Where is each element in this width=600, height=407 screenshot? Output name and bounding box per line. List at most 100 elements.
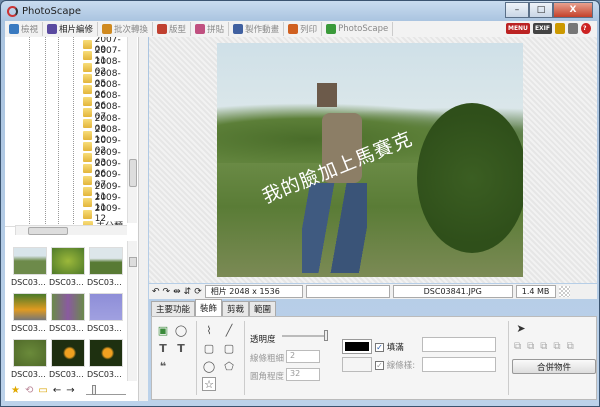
file-size: 1.4 MB <box>515 285 556 298</box>
thumb-actions: ★ ⟲ ▭ ← → <box>11 384 126 396</box>
opacity-label: 透明度 <box>250 335 276 345</box>
quote-icon[interactable]: ❝ <box>156 359 170 373</box>
refresh-icon[interactable]: ⟳ <box>194 287 202 297</box>
toolbar-item-7[interactable]: PhotoScape <box>322 22 394 36</box>
folder-icon <box>83 40 92 50</box>
image-size: 相片 2048 x 1536 <box>204 285 303 298</box>
maximize-button[interactable]: □ <box>529 2 553 18</box>
corner-label: 圓角程度 <box>250 372 285 382</box>
flip-vertical-icon[interactable]: ⇵ <box>184 287 192 297</box>
help-icon[interactable]: ? <box>581 23 591 34</box>
line-width-input[interactable]: 2 <box>286 350 320 363</box>
star-icon[interactable]: ★ <box>11 385 20 396</box>
tree-vscrollbar[interactable] <box>127 37 137 223</box>
freehand-icon[interactable]: ⌇ <box>202 323 216 337</box>
tab-decoration[interactable]: 裝飾 <box>195 299 223 316</box>
main-toolbar: 檢視 相片編修 批次轉換 版型 拼貼 製作動畫 列印 PhotoScape MENU EXIF? <box>5 21 597 37</box>
pentagon-icon[interactable]: ⬠ <box>222 359 236 373</box>
thumbnail-image <box>89 293 123 321</box>
fill-style-dropdown[interactable] <box>422 337 496 352</box>
thumbnail-label: DSC03... <box>87 278 122 287</box>
layer-icon-1[interactable]: ⧉ <box>514 341 521 352</box>
corner-input[interactable]: 32 <box>286 368 320 381</box>
decoration-panel: ▣ ◯ T T ❝ ⌇ ╱ ▢ ▢ ◯ ⬠ ☆ 透明度 線條粗細 2 圓角程度 … <box>151 316 597 400</box>
app-logo-icon <box>7 5 18 17</box>
thumb-size-slider[interactable] <box>85 384 126 395</box>
thumb-vscrollbar[interactable] <box>127 241 137 381</box>
toolbar-item-4[interactable]: 拼貼 <box>191 22 230 36</box>
rectangle-icon[interactable]: ▢ <box>202 341 216 355</box>
toolbar-label: 製作動畫 <box>245 25 280 35</box>
text-shadow-icon[interactable]: T <box>174 341 188 355</box>
folder-icon <box>83 209 92 219</box>
image-viewer: 我的臉加上馬賽克 <box>149 37 597 283</box>
layer-icon-5[interactable]: ⧉ <box>567 341 574 352</box>
folder-icon <box>83 119 92 129</box>
fill-label: 填滿 <box>386 343 404 353</box>
object-order-icons: ⧉ ⧉ ⧉ ⧉ ⧉ <box>514 341 574 352</box>
layer-icon-2[interactable]: ⧉ <box>527 341 534 352</box>
splitter[interactable] <box>138 37 148 401</box>
line-icon[interactable]: ╱ <box>222 323 236 337</box>
thumbnail-label: DSC03... <box>49 278 84 287</box>
thumbnail-image <box>51 339 85 367</box>
back-icon[interactable]: ← <box>53 385 61 396</box>
ellipse-icon[interactable]: ◯ <box>202 359 216 373</box>
line-style-checkbox[interactable]: ✓ 線條樣: <box>375 359 415 371</box>
toolbar-item-6[interactable]: 列印 <box>284 22 323 36</box>
line-color-picker[interactable] <box>342 357 372 372</box>
folder-icon[interactable]: ▭ <box>38 385 47 396</box>
toolbar-item-3[interactable]: 版型 <box>153 22 192 36</box>
thumbnail-image <box>89 339 123 367</box>
star-shape-icon[interactable]: ☆ <box>202 377 216 391</box>
folder-icon <box>83 130 92 140</box>
thumbnail-grid: DSC03... DSC03... DSC03... DSC03... DSC03...… <box>5 241 127 383</box>
settings-icon[interactable] <box>555 23 565 34</box>
toolbar-label: 版型 <box>169 25 187 35</box>
copy-icon[interactable] <box>568 23 578 34</box>
tab-range[interactable]: 範圍 <box>249 301 277 316</box>
tree-hscrollbar[interactable] <box>15 225 127 235</box>
select-pointer-icon[interactable]: ➤ <box>514 321 528 335</box>
rotate-right-icon[interactable]: ↷ <box>163 287 171 297</box>
thumb-scroll-thumb[interactable] <box>129 257 137 267</box>
tab-crop[interactable]: 剪裁 <box>222 301 250 316</box>
fill-color-picker[interactable] <box>342 339 372 354</box>
rotate-icon[interactable]: ⟲ <box>25 385 33 396</box>
menu-button[interactable]: MENU <box>505 23 530 34</box>
rounded-rect-icon[interactable]: ▢ <box>222 341 236 355</box>
flip-horizontal-icon[interactable]: ⇹ <box>173 287 181 297</box>
tree-scroll-thumb[interactable] <box>129 159 137 187</box>
folder-icon <box>83 141 92 151</box>
exif-button[interactable]: EXIF <box>532 23 552 34</box>
text-icon[interactable]: T <box>156 341 170 355</box>
fill-checkbox[interactable]: ✓ 填滿 <box>375 341 404 353</box>
tree-hscroll-thumb[interactable] <box>28 227 68 235</box>
layer-icon-3[interactable]: ⧉ <box>540 341 547 352</box>
toolbar-item-0[interactable]: 檢視 <box>5 22 44 36</box>
speech-bubble-icon[interactable]: ◯ <box>174 323 188 337</box>
forward-icon[interactable]: → <box>66 385 74 396</box>
folder-icon <box>83 74 92 84</box>
line-style-dropdown[interactable] <box>422 357 496 372</box>
browser-panel: 2007-09 2007-11 2008-02 2008-05 2008-06 2008-… <box>5 37 147 401</box>
photo-canvas[interactable]: 我的臉加上馬賽克 <box>217 43 523 277</box>
close-button[interactable]: X <box>553 2 593 18</box>
toolbar-item-1[interactable]: 相片編修 <box>43 22 99 36</box>
toolbar-item-5[interactable]: 製作動畫 <box>229 22 285 36</box>
toolbar-item-2[interactable]: 批次轉換 <box>98 22 154 36</box>
opacity-slider[interactable] <box>282 330 328 341</box>
toolbar-label: 拼貼 <box>207 25 225 35</box>
file-name: DSC03841.JPG <box>392 285 513 298</box>
layer-icon-4[interactable]: ⧉ <box>553 341 560 352</box>
folder-icon <box>83 187 92 197</box>
merge-objects-button[interactable]: 合併物件 <box>512 359 596 374</box>
image-insert-icon[interactable]: ▣ <box>156 323 170 337</box>
minimize-button[interactable]: – <box>505 2 529 18</box>
rotate-left-icon[interactable]: ↶ <box>152 287 160 297</box>
tab-main[interactable]: 主要功能 <box>151 301 196 316</box>
toolbar-icon <box>195 24 206 34</box>
thumbnail-image <box>13 247 47 275</box>
toolbar-icon <box>233 24 244 34</box>
thumbnail-label: DSC03... <box>11 324 46 333</box>
